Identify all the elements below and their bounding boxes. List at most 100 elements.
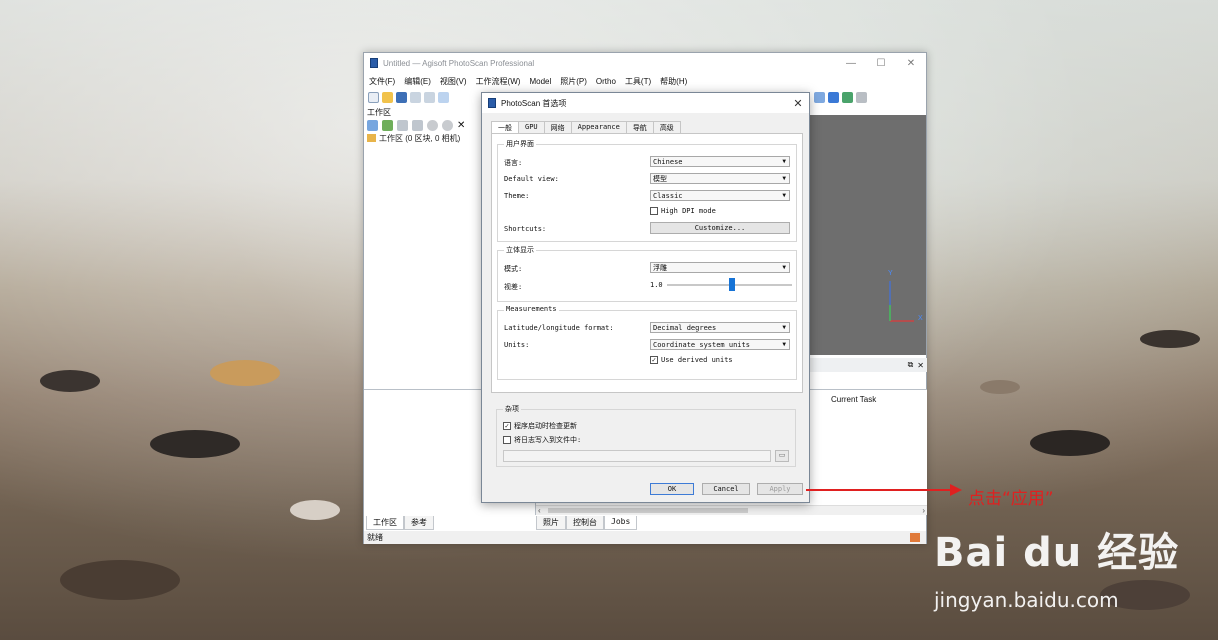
new-file-icon[interactable] <box>368 91 379 103</box>
log-path-input[interactable] <box>503 450 771 462</box>
check-updates-label: 程序启动时检查更新 <box>514 422 577 430</box>
check-updates-box[interactable]: ✓ <box>503 422 511 430</box>
menu-photo[interactable]: 照片(P) <box>560 76 587 87</box>
scroll-thumb[interactable] <box>548 508 748 513</box>
menu-view[interactable]: 视图(V) <box>440 76 467 87</box>
open-folder-icon[interactable] <box>382 91 393 103</box>
scroll-right-icon[interactable]: › <box>922 506 925 515</box>
shortcuts-label: Shortcuts: <box>504 225 547 233</box>
language-select[interactable]: Chinese ▼ <box>650 156 790 167</box>
image-icon[interactable] <box>842 91 853 103</box>
float-panel-icon[interactable]: ⧉ <box>908 360 914 370</box>
menu-edit[interactable]: 编辑(E) <box>404 76 431 87</box>
browse-folder-icon[interactable]: ▭ <box>775 450 789 462</box>
menu-workflow[interactable]: 工作流程(W) <box>476 76 521 87</box>
annotation-arrow-line <box>806 489 956 491</box>
tab-console[interactable]: 控制台 <box>566 516 604 530</box>
parallax-slider-thumb[interactable] <box>729 278 736 291</box>
select-icon[interactable] <box>438 91 449 103</box>
log-to-file-checkbox[interactable]: 将日志写入到文件中: <box>503 435 581 445</box>
parallax-value: 1.0 <box>650 281 663 289</box>
theme-select[interactable]: Classic ▼ <box>650 190 790 201</box>
log-to-file-box[interactable] <box>503 436 511 444</box>
minimize-button[interactable]: — <box>836 58 866 69</box>
customize-button[interactable]: Customize... <box>650 222 790 234</box>
latlon-format-label: Latitude/longitude format: <box>504 324 614 332</box>
theme-label: Theme: <box>504 192 530 200</box>
tab-photos[interactable]: 照片 <box>536 516 566 530</box>
window-title: Untitled — Agisoft PhotoScan Professiona… <box>383 58 535 68</box>
flag-icon[interactable] <box>828 91 839 103</box>
chevron-down-icon: ▼ <box>782 158 786 165</box>
tab-workspace[interactable]: 工作区 <box>366 516 404 530</box>
tab-network[interactable]: 网络 <box>543 121 572 133</box>
add-chunk-icon[interactable] <box>367 119 378 131</box>
high-dpi-box[interactable] <box>650 207 658 215</box>
jobs-column-current-task: Current Task <box>831 395 877 404</box>
tab-general[interactable]: 一般 <box>491 121 519 133</box>
parallax-slider[interactable] <box>666 278 792 291</box>
menu-help[interactable]: 帮助(H) <box>660 76 687 87</box>
copy-icon[interactable] <box>412 119 423 131</box>
background-pebble <box>1140 330 1200 348</box>
status-icon <box>910 533 920 542</box>
title-bar[interactable]: Untitled — Agisoft PhotoScan Professiona… <box>364 53 926 73</box>
add-photos-icon[interactable] <box>382 119 393 131</box>
tab-reference[interactable]: 参考 <box>404 516 434 530</box>
menu-ortho[interactable]: Ortho <box>596 77 616 86</box>
default-view-select[interactable]: 模型 ▼ <box>650 173 790 184</box>
dialog-close-button[interactable]: ✕ <box>787 97 809 110</box>
tab-advanced[interactable]: 高级 <box>652 121 681 133</box>
enable-icon[interactable] <box>427 119 438 131</box>
close-button[interactable]: ✕ <box>896 58 926 69</box>
parallax-control: 1.0 <box>650 278 792 291</box>
baidu-watermark-url: jingyan.baidu.com <box>934 588 1119 612</box>
menu-tools[interactable]: 工具(T) <box>625 76 651 87</box>
disable-icon[interactable] <box>442 119 453 131</box>
right-toolbar <box>810 89 867 105</box>
axis-gizmo <box>889 281 914 322</box>
background-pebble <box>60 560 180 600</box>
stereo-mode-label: 模式: <box>504 265 523 273</box>
left-bottom-tabs: 工作区 参考 <box>366 516 434 530</box>
print-icon[interactable] <box>856 91 867 103</box>
background-pebble <box>290 500 340 520</box>
app-icon <box>370 58 378 68</box>
tab-appearance[interactable]: Appearance <box>570 121 627 133</box>
units-select[interactable]: Coordinate system units ▼ <box>650 339 790 350</box>
dialog-title-bar[interactable]: PhotoScan 首选项 ✕ <box>482 93 809 113</box>
menu-file[interactable]: 文件(F) <box>369 76 395 87</box>
stereo-mode-select[interactable]: 浮雕 ▼ <box>650 262 790 273</box>
latlon-format-select[interactable]: Decimal degrees ▼ <box>650 322 790 333</box>
tab-gpu[interactable]: GPU <box>518 121 545 133</box>
misc-group-label: 杂项 <box>503 404 521 414</box>
menu-model[interactable]: Model <box>529 77 551 86</box>
derived-units-box[interactable]: ✓ <box>650 356 658 364</box>
redo-icon[interactable] <box>424 91 435 103</box>
high-dpi-checkbox[interactable]: High DPI mode <box>650 207 716 215</box>
check-updates-checkbox[interactable]: ✓ 程序启动时检查更新 <box>503 421 577 431</box>
remove-icon[interactable]: ✕ <box>457 120 465 131</box>
dialog-title: PhotoScan 首选项 <box>501 98 567 108</box>
tab-navigation[interactable]: 导航 <box>625 121 654 133</box>
stereo-group: 立体显示 模式: 浮雕 ▼ 视差: 1.0 <box>497 245 797 302</box>
maximize-button[interactable]: ☐ <box>866 58 896 69</box>
close-panel-icon[interactable]: ✕ <box>917 361 924 370</box>
tab-jobs[interactable]: Jobs <box>604 516 638 530</box>
derived-units-checkbox[interactable]: ✓ Use derived units <box>650 356 733 364</box>
axis-x-label: X <box>918 315 923 322</box>
scroll-left-icon[interactable]: ‹ <box>538 506 541 515</box>
cancel-button[interactable]: Cancel <box>702 483 750 495</box>
marker-icon[interactable] <box>814 91 825 103</box>
add-folder-icon[interactable] <box>397 119 408 131</box>
parallax-label: 视差: <box>504 283 523 291</box>
baidu-watermark-logo: Bai du 经验 <box>934 530 1180 576</box>
jobs-scrollbar[interactable]: ‹ › <box>536 505 927 515</box>
model-viewport[interactable]: Y X <box>810 115 926 355</box>
save-icon[interactable] <box>396 91 407 103</box>
axis-y-label: Y <box>888 270 893 277</box>
apply-button[interactable]: Apply <box>757 483 803 495</box>
undo-icon[interactable] <box>410 91 421 103</box>
annotation-arrow-head <box>950 484 962 496</box>
ok-button[interactable]: OK <box>650 483 694 495</box>
